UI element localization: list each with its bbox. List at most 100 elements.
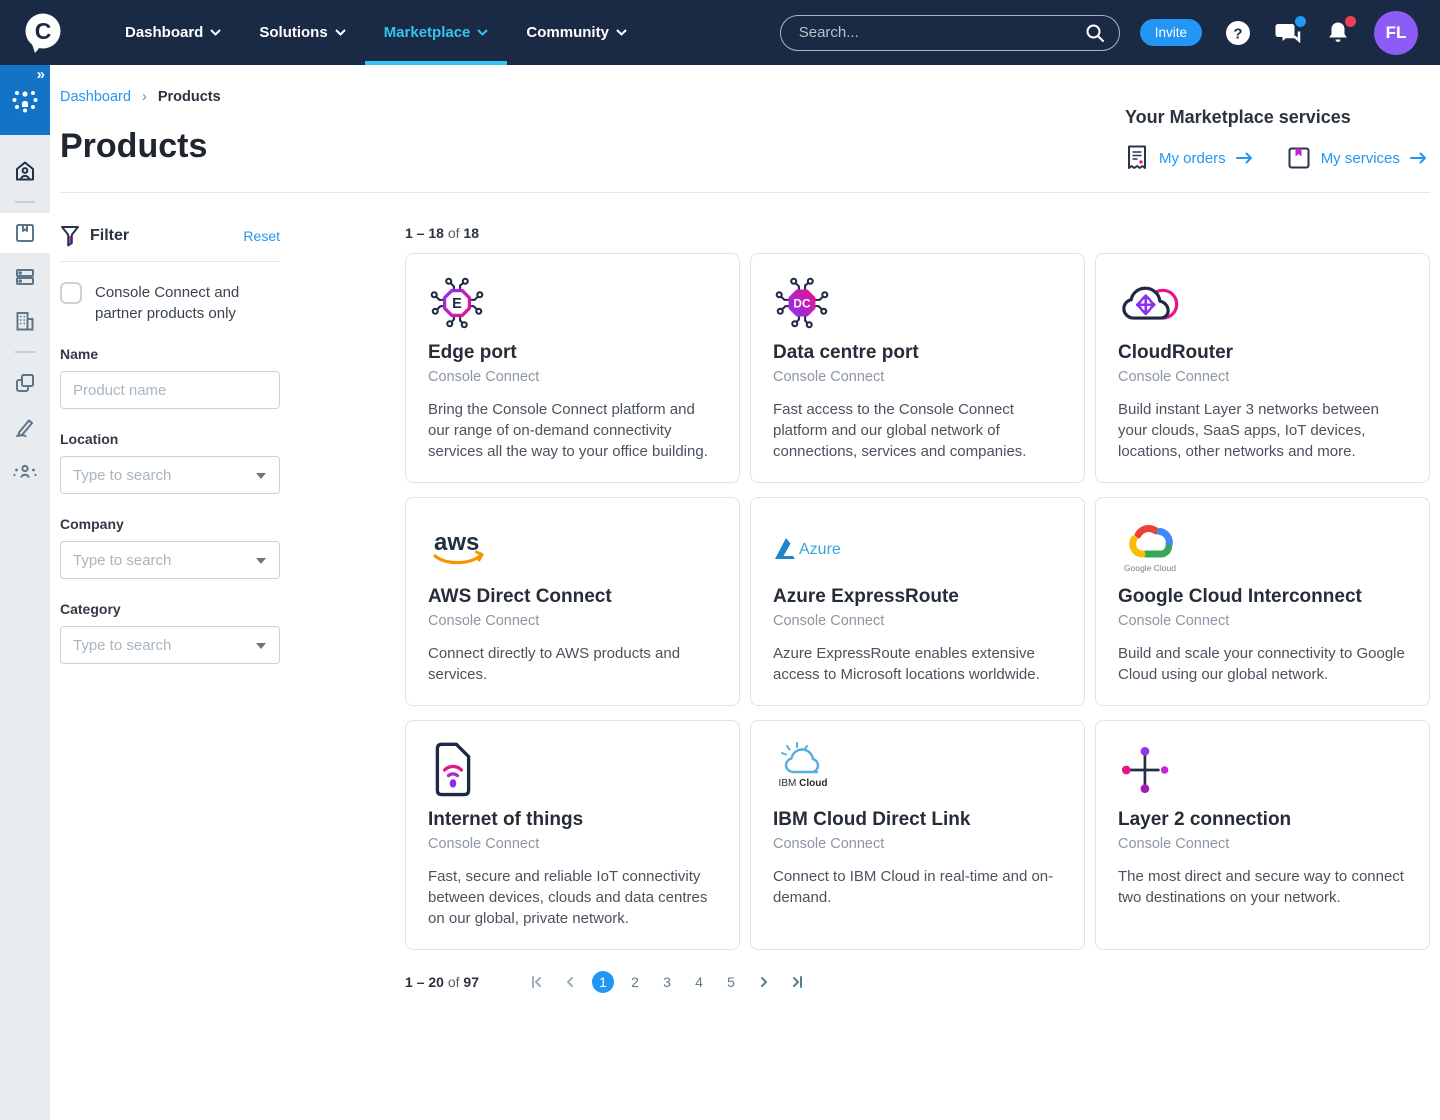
invite-button[interactable]: Invite [1140,19,1202,46]
products-grid: E Edge port Console Connect Bring the Co… [405,253,1430,950]
company-icon [13,309,37,333]
nav-dashboard[interactable]: Dashboard [106,0,240,65]
product-name: Layer 2 connection [1118,809,1407,831]
product-description: The most direct and secure way to connec… [1118,866,1407,908]
sidebar-item-team[interactable] [0,451,50,491]
page-3-button[interactable]: 3 [656,971,678,993]
product-name: Data centre port [773,342,1062,364]
meeting-icon [10,85,40,115]
sidebar-meeting-tile[interactable]: » [0,65,50,135]
layer2-connection-icon [1118,741,1176,799]
filter-funnel-icon [60,225,80,247]
product-vendor: Console Connect [1118,369,1407,385]
product-description: Connect to IBM Cloud in real-time and on… [773,866,1062,908]
category-select[interactable]: Type to search [60,626,280,664]
sidebar-item-sign[interactable] [0,407,50,447]
next-page-icon [756,974,772,990]
breadcrumb-separator: › [142,89,147,105]
product-card-azure-expressroute[interactable]: Azure Azure ExpressRoute Console Connect… [750,497,1085,706]
location-select-placeholder: Type to search [73,467,171,484]
breadcrumb-dashboard[interactable]: Dashboard [60,89,131,105]
product-vendor: Console Connect [773,836,1062,852]
breadcrumb: Dashboard › Products [60,89,221,105]
last-page-button[interactable] [786,970,810,994]
name-filter-label: Name [60,346,280,362]
notifications-button[interactable] [1324,19,1352,47]
nav-solutions-label: Solutions [259,24,327,41]
expand-sidebar-icon[interactable]: » [37,66,44,83]
messages-button[interactable] [1274,19,1302,47]
location-select[interactable]: Type to search [60,456,280,494]
sidebar-item-deals[interactable] [0,363,50,403]
product-description: Bring the Console Connect platform and o… [428,399,717,462]
product-vendor: Console Connect [1118,836,1407,852]
product-description: Connect directly to AWS products and ser… [428,643,717,685]
page-5-button[interactable]: 5 [720,971,742,993]
first-page-button[interactable] [524,970,548,994]
product-vendor: Console Connect [428,836,717,852]
sidebar-item-home[interactable] [0,151,50,191]
svg-text:IBM Cloud: IBM Cloud [779,778,828,789]
nav-marketplace[interactable]: Marketplace [365,0,508,65]
next-page-button[interactable] [752,970,776,994]
svg-text:Google Cloud: Google Cloud [1124,563,1176,573]
results-counter: 1 – 18 of 18 [405,225,1430,241]
search-input[interactable] [799,24,1085,41]
services-icon [13,265,37,289]
sidebar-item-marketplace[interactable] [0,213,50,253]
product-name: AWS Direct Connect [428,586,717,608]
location-filter-label: Location [60,431,280,447]
filter-reset-link[interactable]: Reset [243,228,280,244]
product-card-ibm-cloud[interactable]: IBM Cloud IBM Cloud Direct Link Console … [750,720,1085,950]
product-card-data-centre-port[interactable]: DC Data centre port Console Connect Fast… [750,253,1085,483]
product-name-input[interactable] [60,371,280,409]
prev-page-icon [562,974,578,990]
my-orders-link[interactable]: My orders [1125,144,1253,172]
console-connect-only-checkbox[interactable] [60,282,82,304]
svg-text:E: E [452,296,462,312]
product-name: Edge port [428,342,717,364]
search-icon[interactable] [1085,23,1105,43]
nav-dashboard-label: Dashboard [125,24,203,41]
svg-text:C: C [35,18,52,44]
product-card-layer2[interactable]: Layer 2 connection Console Connect The m… [1095,720,1430,950]
product-card-edge-port[interactable]: E Edge port Console Connect Bring the Co… [405,253,740,483]
home-icon [13,159,37,183]
product-vendor: Console Connect [428,369,717,385]
product-card-google-cloud[interactable]: Google Cloud Google Cloud Interconnect C… [1095,497,1430,706]
company-select[interactable]: Type to search [60,541,280,579]
help-icon: ? [1225,20,1251,46]
page-1-button[interactable]: 1 [592,971,614,993]
page-4-button[interactable]: 4 [688,971,710,993]
product-card-aws-direct-connect[interactable]: aws AWS Direct Connect Console Connect C… [405,497,740,706]
messages-badge [1295,16,1306,27]
svg-text:DC: DC [793,297,811,311]
aws-icon: aws [428,528,490,570]
sidebar-item-company[interactable] [0,301,50,341]
my-services-link[interactable]: My services [1287,146,1427,170]
company-filter-label: Company [60,516,280,532]
product-description: Fast, secure and reliable IoT connectivi… [428,866,717,929]
product-name: IBM Cloud Direct Link [773,809,1062,831]
arrow-right-icon [1410,152,1427,164]
prev-page-button[interactable] [558,970,582,994]
product-card-iot[interactable]: Internet of things Console Connect Fast,… [405,720,740,950]
category-filter-label: Category [60,601,280,617]
console-connect-logo[interactable]: C [22,11,64,55]
filter-panel: Filter Reset Console Connect and partner… [60,225,280,994]
nav-community[interactable]: Community [507,0,646,65]
product-vendor: Console Connect [773,613,1062,629]
chevron-down-icon [616,29,627,36]
help-button[interactable]: ? [1224,19,1252,47]
nav-solutions[interactable]: Solutions [240,0,364,65]
last-page-icon [790,974,806,990]
product-name: Internet of things [428,809,717,831]
sidebar-item-services[interactable] [0,257,50,297]
product-card-cloudrouter[interactable]: CloudRouter Console Connect Build instan… [1095,253,1430,483]
top-navbar: C Dashboard Solutions Marketplace Commun… [0,0,1440,65]
pagination: 1 – 20 of 97 1 2 3 [405,970,1430,994]
google-cloud-icon: Google Cloud [1118,518,1182,576]
avatar[interactable]: FL [1374,11,1418,55]
pagination-counter: 1 – 20 of 97 [405,974,479,990]
page-2-button[interactable]: 2 [624,971,646,993]
